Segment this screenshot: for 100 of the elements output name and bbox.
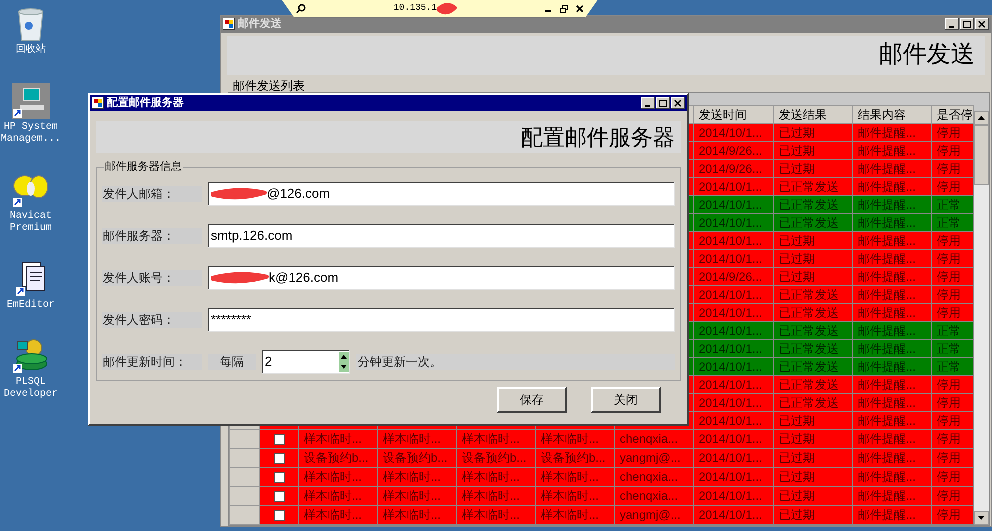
table-cell: 邮件提醒... bbox=[858, 470, 916, 484]
minimize-button[interactable] bbox=[945, 18, 959, 30]
scrollbar-thumb[interactable] bbox=[974, 125, 989, 185]
table-cell: 设备预约b... bbox=[462, 451, 527, 465]
table-cell: 邮件提醒... bbox=[858, 508, 916, 522]
table-cell: 2014/10/1... bbox=[694, 430, 774, 448]
table-cell: 已过期 bbox=[779, 126, 815, 140]
column-header[interactable]: 发送时间 bbox=[694, 106, 774, 124]
row-checkbox[interactable] bbox=[274, 434, 284, 446]
desktop-icon-label[interactable]: HP System Managem... bbox=[1, 122, 61, 146]
table-cell: 邮件提醒... bbox=[858, 270, 916, 284]
close-button[interactable] bbox=[975, 18, 989, 30]
table-cell: yangmj@... bbox=[620, 451, 681, 465]
table-cell: 正常 bbox=[937, 216, 961, 230]
table-cell: 已过期 bbox=[779, 234, 815, 248]
minimize-button[interactable] bbox=[641, 97, 655, 109]
table-cell: 邮件提醒... bbox=[858, 144, 916, 158]
table-cell: 已正常发送 bbox=[779, 378, 839, 392]
row-checkbox[interactable] bbox=[274, 510, 284, 522]
table-cell: 邮件提醒... bbox=[858, 432, 916, 446]
table-cell: 邮件提醒... bbox=[858, 252, 916, 266]
scrollbar[interactable] bbox=[974, 111, 989, 525]
field-value: k@126.com bbox=[269, 268, 339, 287]
desktop-icon-label[interactable]: EmEditor bbox=[1, 300, 61, 312]
table-cell: 邮件提醒... bbox=[858, 378, 916, 392]
input-field[interactable]: k@126.com bbox=[208, 266, 675, 290]
table-cell: 2014/10/1... bbox=[694, 486, 774, 506]
maximize-button[interactable] bbox=[656, 97, 670, 109]
desktop-icon-label[interactable]: PLSQL Developer bbox=[1, 377, 61, 401]
table-cell: 已过期 bbox=[779, 270, 815, 284]
row-checkbox[interactable] bbox=[274, 491, 284, 502]
table-cell: 样本临时... bbox=[541, 432, 600, 446]
table-cell: 停用 bbox=[937, 306, 961, 320]
database-icon[interactable] bbox=[12, 338, 50, 374]
scroll-up-icon[interactable] bbox=[978, 116, 985, 120]
table-cell: 已过期 bbox=[779, 489, 815, 503]
row-checkbox[interactable] bbox=[274, 472, 284, 484]
table-cell: 已过期 bbox=[779, 432, 815, 446]
table-cell: 停用 bbox=[937, 508, 961, 522]
table-cell: 样本临时... bbox=[304, 432, 362, 446]
table-cell: 邮件提醒... bbox=[858, 414, 916, 428]
table-cell: 样本临时... bbox=[541, 508, 600, 522]
column-header[interactable]: 结果内容 bbox=[852, 106, 932, 124]
table-cell: 邮件提醒... bbox=[858, 324, 916, 338]
column-header[interactable]: 发送结果 bbox=[774, 106, 852, 124]
page-heading: 邮件发送 bbox=[879, 40, 975, 70]
table-cell: 已正常发送 bbox=[779, 360, 839, 374]
table-cell: 已正常发送 bbox=[779, 198, 839, 212]
table-cell: 样本临时... bbox=[462, 432, 520, 446]
close-icon bbox=[674, 100, 682, 106]
remote-address: 10.135.1 bbox=[394, 2, 438, 15]
table-cell: 邮件提醒... bbox=[858, 342, 916, 356]
table-cell: 邮件提醒... bbox=[858, 489, 916, 503]
desktop-icon-label[interactable]: 回收站 bbox=[1, 45, 61, 57]
restore-icon[interactable] bbox=[560, 4, 568, 12]
save-button[interactable]: 保存 bbox=[497, 386, 567, 412]
table-cell: 已正常发送 bbox=[779, 342, 839, 356]
close-button[interactable] bbox=[671, 97, 685, 109]
table-cell: 2014/9/26... bbox=[694, 160, 774, 178]
input-field[interactable]: ******** bbox=[208, 308, 675, 332]
table-cell: 样本临时... bbox=[462, 489, 520, 503]
field-label: 发件人账号： bbox=[102, 270, 202, 286]
document-icon[interactable] bbox=[15, 261, 47, 297]
desktop-icon-label[interactable]: Navicat Premium bbox=[1, 211, 61, 235]
table-cell: 邮件提醒... bbox=[858, 198, 916, 212]
spin-up-icon[interactable] bbox=[339, 352, 349, 362]
table-cell: 2014/10/1... bbox=[694, 322, 774, 340]
table-cell: 2014/10/1... bbox=[694, 358, 774, 376]
table-cell: 停用 bbox=[937, 162, 961, 176]
close-icon[interactable] bbox=[576, 4, 584, 12]
table-cell: 停用 bbox=[937, 489, 961, 503]
spinner-value: 2 bbox=[264, 352, 274, 371]
table-cell: 停用 bbox=[937, 144, 961, 158]
dialog-title: 配置邮件服务器 bbox=[107, 96, 185, 111]
table-cell: 已过期 bbox=[779, 162, 815, 176]
table-cell: 已正常发送 bbox=[779, 216, 839, 230]
table-cell: 停用 bbox=[937, 414, 961, 428]
row-checkbox[interactable] bbox=[274, 453, 284, 464]
input-field[interactable]: smtp.126.com bbox=[208, 224, 675, 248]
spin-down-icon[interactable] bbox=[339, 362, 349, 372]
table-cell: 样本临时... bbox=[462, 508, 520, 522]
table-cell: 停用 bbox=[937, 288, 961, 302]
input-field[interactable]: @126.com bbox=[208, 182, 675, 206]
table-cell: 邮件提醒... bbox=[858, 451, 916, 465]
table-cell: 已正常发送 bbox=[779, 288, 839, 302]
window-title: 邮件发送 bbox=[238, 16, 283, 32]
maximize-button[interactable] bbox=[960, 18, 974, 30]
close-button[interactable]: 关闭 bbox=[591, 386, 661, 412]
computer-icon[interactable] bbox=[12, 83, 50, 119]
table-cell: 2014/10/1... bbox=[694, 232, 774, 250]
table-cell: 2014/10/1... bbox=[694, 124, 774, 142]
number-spinner[interactable]: 2 bbox=[262, 350, 350, 374]
scroll-down-icon[interactable] bbox=[978, 516, 985, 520]
table-cell: 已过期 bbox=[779, 144, 815, 158]
maximize-icon bbox=[963, 20, 971, 28]
table-cell: 停用 bbox=[937, 234, 961, 248]
table-cell: 已过期 bbox=[779, 508, 815, 522]
table-cell: 邮件提醒... bbox=[858, 234, 916, 248]
table-cell: 2014/10/1... bbox=[694, 394, 774, 412]
table-cell: 样本临时... bbox=[462, 470, 520, 484]
